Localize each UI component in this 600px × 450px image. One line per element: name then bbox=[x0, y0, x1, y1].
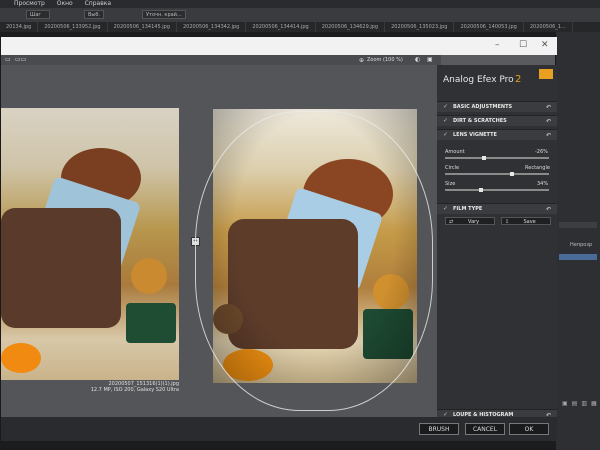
loupe-icon[interactable]: ◐ bbox=[415, 56, 420, 63]
checkbox-icon[interactable]: ✓ bbox=[443, 206, 449, 212]
doc-tab[interactable]: 20200506_134629.jpg bbox=[316, 22, 386, 32]
menu-view[interactable]: Просмотр bbox=[14, 0, 45, 7]
slider-knob[interactable] bbox=[479, 188, 483, 192]
step-field[interactable]: Шаг bbox=[26, 10, 50, 19]
circle-label: Circle bbox=[445, 165, 460, 171]
doc-tab[interactable]: 20200506_134145.jpg bbox=[108, 22, 177, 32]
split-view-icon[interactable]: ▭▭ bbox=[15, 56, 26, 63]
size-value: 34% bbox=[537, 181, 549, 187]
green-bag-shape bbox=[126, 303, 176, 343]
size-label: Size bbox=[445, 181, 456, 187]
control-panel: Analog Efex Pro 2 ✓ BASIC ADJUSTMENTS ↶ … bbox=[437, 65, 557, 441]
layer-tools-icons[interactable]: ▣▤▥▦ bbox=[562, 400, 600, 407]
preview-area[interactable]: 20200507_151316(1)(1).jpg 12.7 MP, ISO 2… bbox=[1, 65, 441, 417]
doc-tab[interactable]: 20200506_134342.jpg bbox=[177, 22, 247, 32]
vignette-outline[interactable] bbox=[195, 111, 433, 411]
doc-tab[interactable]: 20200506_134414.jpg bbox=[246, 22, 316, 32]
photo-details: 12.7 MP, ISO 200, Galaxy S20 Ultra bbox=[90, 387, 179, 393]
preview-toolbar: ▭ ▭▭ ⊕ Zoom (100 %) ◐ ▣ bbox=[1, 55, 441, 65]
section-film-type[interactable]: ✓ FILM TYPE ↶ bbox=[437, 203, 557, 214]
doc-tab[interactable]: 20200506_140053.jpg bbox=[454, 22, 524, 32]
doc-tab[interactable]: 20200506_135023.jpg bbox=[385, 22, 455, 32]
host-menu-bar: Просмотр Окно Справка bbox=[0, 0, 600, 8]
nik-logo-icon bbox=[539, 69, 553, 79]
rectangle-label: Rectangle bbox=[525, 165, 550, 171]
save-icon: ⇩ bbox=[505, 219, 510, 225]
vary-button[interactable]: ⇄ Vary bbox=[445, 217, 495, 225]
refine-edge-button[interactable]: Уточн. край... bbox=[142, 10, 186, 19]
amount-label: Amount bbox=[445, 149, 465, 155]
reset-icon[interactable]: ↶ bbox=[546, 116, 551, 127]
reset-icon[interactable]: ↶ bbox=[546, 102, 551, 113]
doc-tab[interactable]: 20200506_1... bbox=[524, 22, 573, 32]
amount-slider[interactable] bbox=[445, 156, 549, 160]
menu-help[interactable]: Справка bbox=[85, 0, 111, 7]
host-document-tabs: 20134.jpg 20200506_133952.jpg 20200506_134… bbox=[0, 22, 600, 32]
checkbox-icon[interactable]: ✓ bbox=[443, 104, 449, 110]
select-field[interactable]: Выб. bbox=[84, 10, 104, 19]
section-basic-adjustments[interactable]: ✓ BASIC ADJUSTMENTS ↶ bbox=[437, 101, 557, 112]
orange-shape bbox=[1, 343, 41, 373]
menu-window[interactable]: Окно bbox=[57, 0, 73, 7]
shape-slider[interactable] bbox=[445, 172, 549, 176]
brand-version: 2 bbox=[515, 74, 522, 85]
slider-knob[interactable] bbox=[510, 172, 514, 176]
doc-tab[interactable]: 20134.jpg bbox=[0, 22, 39, 32]
save-preset-button[interactable]: ⇩ Save bbox=[501, 217, 551, 225]
zoom-icon: ⊕ bbox=[359, 57, 365, 64]
close-icon[interactable]: ✕ bbox=[541, 40, 549, 50]
doc-tab[interactable]: 20200506_133952.jpg bbox=[38, 22, 108, 32]
brush-button[interactable]: BRUSH bbox=[419, 423, 459, 435]
brand-name: Analog Efex Pro bbox=[443, 75, 514, 85]
size-slider[interactable] bbox=[445, 188, 549, 192]
brand-header: Analog Efex Pro 2 bbox=[437, 65, 557, 95]
single-view-icon[interactable]: ▭ bbox=[5, 56, 11, 63]
ok-button[interactable]: OK bbox=[509, 423, 549, 435]
opacity-label: Непрозр bbox=[570, 242, 593, 248]
host-layers-panel: Непрозр ▣▤▥▦ bbox=[556, 32, 600, 450]
section-lens-vignette[interactable]: ✓ LENS VIGNETTE ↶ bbox=[437, 129, 557, 140]
slider-knob[interactable] bbox=[482, 156, 486, 160]
dialog-title-bar: – ☐ ✕ bbox=[1, 37, 557, 55]
background-icon[interactable]: ▣ bbox=[427, 56, 433, 63]
wallet-shape bbox=[1, 208, 121, 328]
cancel-button[interactable]: CANCEL bbox=[465, 423, 505, 435]
checkbox-icon[interactable]: ✓ bbox=[443, 132, 449, 138]
amount-value: -26% bbox=[535, 149, 548, 155]
maximize-icon[interactable]: ☐ bbox=[519, 40, 527, 50]
zoom-label[interactable]: Zoom (100 %) bbox=[367, 57, 403, 63]
checkbox-icon[interactable]: ✓ bbox=[443, 118, 449, 124]
plugin-dialog: – ☐ ✕ ▭ ▭▭ ⊕ Zoom (100 %) ◐ ▣ 20200507_1… bbox=[0, 36, 557, 441]
host-options-bar: Шаг Выб. Уточн. край... bbox=[0, 8, 600, 23]
reset-icon[interactable]: ↶ bbox=[546, 204, 551, 215]
reset-icon[interactable]: ↶ bbox=[546, 130, 551, 141]
shuffle-icon: ⇄ bbox=[449, 219, 454, 225]
dialog-footer: BRUSH CANCEL OK bbox=[1, 417, 557, 441]
before-photo bbox=[1, 108, 179, 380]
minimize-icon[interactable]: – bbox=[495, 40, 500, 50]
section-dirt-scratches[interactable]: ✓ DIRT & SCRATCHES ↶ bbox=[437, 115, 557, 126]
flower-shape bbox=[131, 258, 167, 294]
layer-selected[interactable] bbox=[559, 254, 597, 260]
panel-row bbox=[559, 222, 597, 228]
